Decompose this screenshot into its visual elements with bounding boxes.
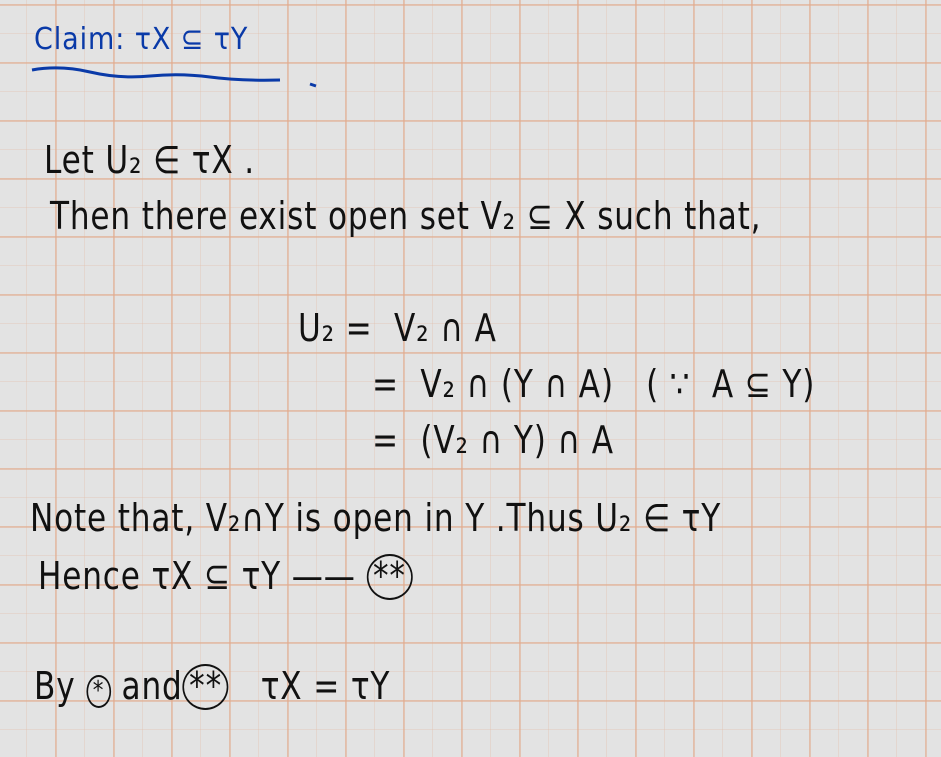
star-mark: * xyxy=(86,675,111,708)
double-star-mark-ref: ** xyxy=(182,664,229,710)
wavy-underline xyxy=(31,66,317,88)
equation-line-3: = (V₂ ∩ Y) ∩ A xyxy=(372,418,614,462)
equation-line-2: = V₂ ∩ (Y ∩ A) ( ∵ A ⊆ Y) xyxy=(372,362,816,406)
proof-line-1: Let U₂ ∈ τX . xyxy=(44,138,255,182)
conclusion-equation: τX = τY xyxy=(260,664,391,708)
claim-label: Claim: xyxy=(34,22,126,57)
and-text: and xyxy=(121,664,183,708)
proof-line-3: Note that, V₂∩Y is open in Y .Thus U₂ ∈ … xyxy=(30,496,722,540)
double-star-mark: ** xyxy=(366,554,413,600)
proof-line-4: Hence τX ⊆ τY —— ** xyxy=(38,554,413,600)
by-text: By xyxy=(34,664,76,708)
equation-line-1: U₂ = V₂ ∩ A xyxy=(298,306,497,350)
proof-line-2: Then there exist open set V₂ ⊆ X such th… xyxy=(50,194,762,238)
hence-text: Hence τX ⊆ τY —— xyxy=(38,554,356,598)
conclusion-line: By * and ** τX = τY xyxy=(34,664,390,710)
claim-statement: τX ⊆ τY xyxy=(134,22,249,57)
claim-heading: Claim: τX ⊆ τY xyxy=(34,22,248,57)
